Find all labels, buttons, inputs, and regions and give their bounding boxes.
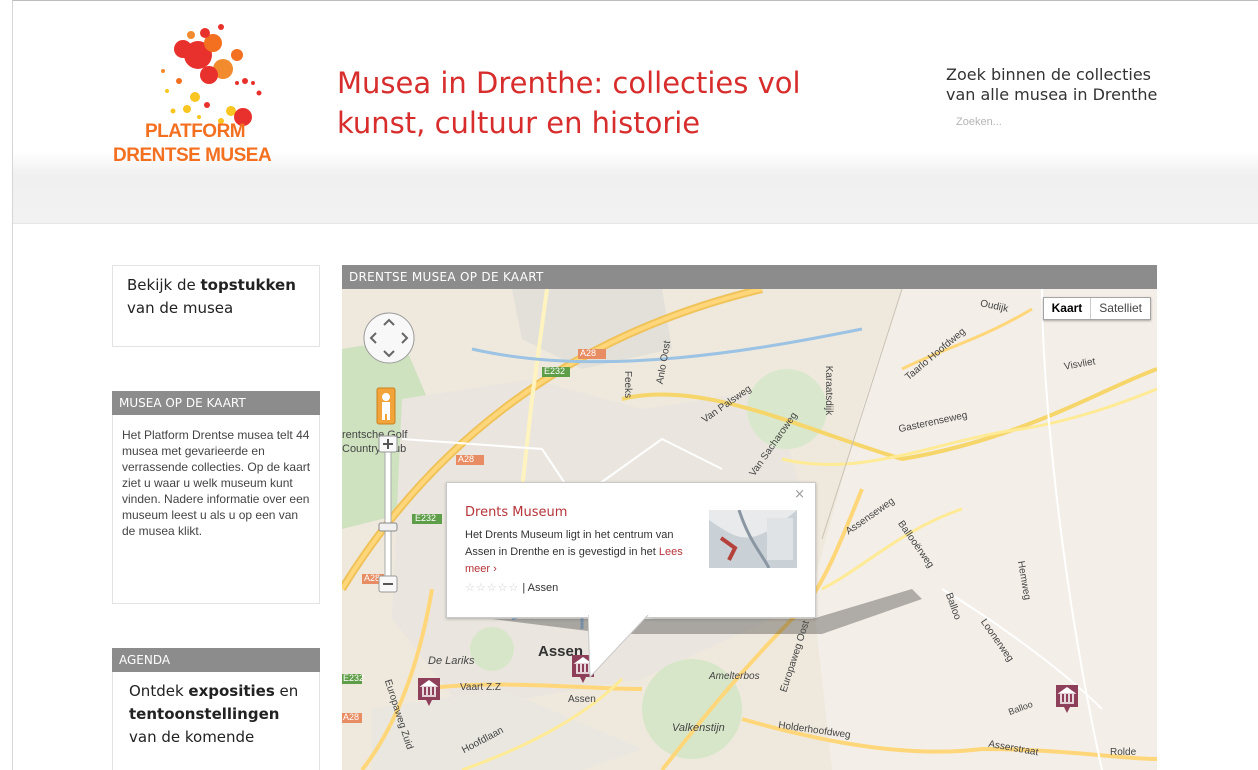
map-type-kaart-button[interactable]: Kaart [1044,298,1092,319]
popup-description-text: Het Drents Museum ligt in het centrum va… [465,529,674,558]
road-label-a28-4: A28 [343,712,360,722]
map-section: DRENTSE MUSEA OP DE KAART A28 E232 A28 E… [342,265,1157,770]
popup-close-icon[interactable]: × [794,487,805,502]
map-header: DRENTSE MUSEA OP DE KAART [342,265,1157,289]
platform-drentse-musea-logo[interactable]: PLATFORM DRENTSE MUSEA [113,21,293,181]
map-type-satelliet-button[interactable]: Satelliet [1091,298,1150,319]
logo-text-drentse-musea: DRENTSE MUSEA [113,145,272,166]
road-label-a28-1: A28 [580,348,597,358]
agenda-tentoonstellingen-link[interactable]: tentoonstellingen [129,705,279,723]
popup-pointer [588,615,649,679]
site-header: PLATFORM DRENTSE MUSEA Musea in Drenthe:… [13,1,1258,224]
collection-search: Zoek binnen de collecties van alle musea… [946,65,1166,133]
agenda-exposities-link[interactable]: exposities [188,682,274,700]
topstukken-post: van de musea [127,299,234,317]
map-label-assen-station: Assen [568,694,596,705]
musea-op-de-kaart-text: Het Platform Drentse musea telt 44 musea… [112,415,320,604]
road-label-e232-3: E232 [343,673,365,683]
street-view-pegman-icon[interactable] [376,387,396,425]
popup-meta: ☆☆☆☆☆ | Assen [465,581,558,594]
popup-description: Het Drents Museum ligt in het centrum va… [465,527,705,578]
pan-control-icon[interactable] [362,311,416,365]
topstukken-box[interactable]: Bekijk de topstukken van de musea [112,265,320,347]
museum-marker-icon[interactable] [416,676,442,708]
agenda-pre: Ontdek [129,682,189,700]
agenda-mid: en [274,682,299,700]
page-frame: PLATFORM DRENTSE MUSEA Musea in Drenthe:… [12,0,1258,770]
agenda-box[interactable]: Ontdek exposities en tentoonstellingen v… [112,672,320,770]
search-input[interactable] [946,111,1151,133]
museum-info-popup: × Drents Museum Het Drents Museum ligt i… [446,482,816,618]
popup-location: | Assen [522,582,559,594]
map-label-vaart: Vaart Z.Z [460,682,501,693]
google-map[interactable]: A28 E232 A28 E232 A28 E232 A28 rentsche … [342,289,1157,770]
zoom-control[interactable] [378,435,398,595]
map-label-de-lariks: De Lariks [428,655,475,667]
zoom-slider-handle-icon [378,522,398,532]
road-label-a28-2: A28 [458,454,475,464]
topstukken-pre: Bekijk de [127,276,201,294]
popup-museum-title[interactable]: Drents Museum [465,505,567,520]
map-label-rolde: Rolde [1110,747,1137,758]
road-label-e232-1: E232 [544,366,566,376]
map-type-control: Kaart Satelliet [1042,297,1151,320]
map-label-amelterbos: Amelterbos [709,671,760,682]
logo-text-platform: PLATFORM [145,121,246,142]
search-title: Zoek binnen de collecties van alle musea… [946,65,1158,104]
topstukken-link[interactable]: topstukken [201,276,296,294]
musea-op-de-kaart-header: Musea op de kaart [112,391,320,415]
map-label-karaatsdijk: Karaatsdijk [823,365,835,416]
road-label-e232-2: E232 [415,513,437,523]
popup-rating-stars-icon[interactable]: ☆☆☆☆☆ [465,582,519,594]
map-label-valkenstijn: Valkenstijn [672,722,725,734]
site-tagline: Musea in Drenthe: collecties vol kunst, … [337,66,801,140]
agenda-header: Agenda [112,648,320,672]
agenda-post: van de komende [129,728,255,746]
sidebar: Bekijk de topstukken van de musea Musea … [112,265,320,770]
map-label-feeks: Feeks [622,370,634,399]
museum-marker-icon[interactable] [1054,683,1080,715]
museum-thumbnail-image [709,510,797,568]
